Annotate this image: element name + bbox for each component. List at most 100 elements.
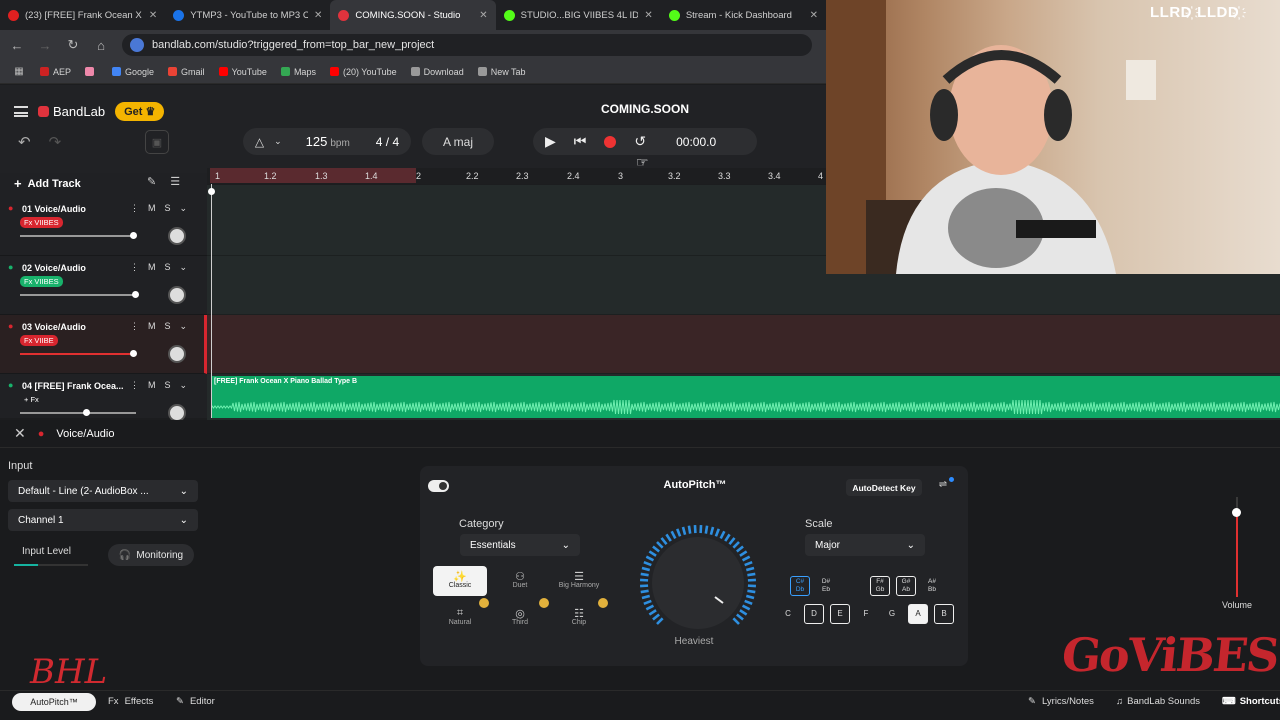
bookmark-item[interactable]: YouTube (218, 67, 267, 77)
close-tab-icon[interactable]: ✕ (479, 10, 487, 21)
preset-natural[interactable]: ⌗ Natural (433, 603, 487, 633)
track-name[interactable]: 02 Voice/Audio (22, 263, 126, 273)
autopitch-tab-button[interactable]: AutoPitch™ (12, 693, 96, 711)
tempo-value-group[interactable]: 125 bpm (306, 134, 350, 149)
undo-icon[interactable]: ↶ (18, 133, 31, 151)
apps-grid-icon[interactable]: ▦ (12, 66, 26, 77)
track-lane[interactable] (207, 315, 1280, 374)
natural-key-button[interactable]: B (934, 604, 954, 624)
forward-icon[interactable]: → (38, 38, 52, 53)
mute-button[interactable]: M (148, 262, 156, 273)
preset-third[interactable]: ◎ Third (493, 603, 547, 633)
chevron-down-icon[interactable]: ⌄ (180, 321, 188, 332)
snap-grid-button[interactable]: ▣ (145, 130, 169, 154)
track-volume-slider[interactable] (20, 232, 137, 239)
track-volume-handle[interactable] (83, 409, 91, 416)
home-icon[interactable]: ⌂ (94, 38, 108, 53)
channel-select[interactable]: Channel 1 ⌄ (8, 509, 198, 531)
get-membership-button[interactable]: Get ♛ (115, 102, 165, 121)
autodetect-key-button[interactable]: AutoDetect Key (846, 479, 922, 496)
lyrics-notes-button[interactable]: ✎ Lyrics/Notes (1028, 696, 1094, 707)
preset-classic[interactable]: ✨ Classic (433, 566, 487, 596)
bookmark-item[interactable]: Maps (280, 67, 316, 77)
bookmark-item[interactable]: Download (410, 67, 464, 77)
editor-button[interactable]: ✎ Editor (176, 696, 215, 707)
natural-key-button[interactable]: G (882, 604, 902, 624)
track-effects-badge[interactable]: Fx VIIBES (20, 217, 63, 228)
time-signature[interactable]: 4 / 4 (376, 135, 399, 149)
track-pan-knob[interactable] (168, 286, 186, 304)
close-tab-icon[interactable]: ✕ (149, 10, 157, 21)
sharp-key-button[interactable]: D# Eb (816, 576, 836, 596)
playhead-marker[interactable] (208, 188, 215, 195)
mute-button[interactable]: M (148, 321, 156, 332)
sharp-key-button[interactable]: G# Ab (896, 576, 916, 596)
track-effects-badge[interactable]: + Fx (20, 394, 43, 405)
site-info-icon[interactable] (130, 38, 144, 52)
url-field[interactable]: bandlab.com/studio?triggered_from=top_ba… (122, 34, 812, 56)
bandlab-sounds-button[interactable]: ♫ BandLab Sounds (1116, 696, 1200, 707)
sharp-key-button[interactable]: A# Bb (922, 576, 942, 596)
play-icon[interactable]: ▶ (545, 133, 556, 150)
sharp-key-button[interactable]: F# Gb (870, 576, 890, 596)
close-tab-icon[interactable]: ✕ (644, 10, 652, 21)
track-effects-badge[interactable]: Fx VIIBE (20, 335, 58, 346)
loop-region[interactable] (210, 168, 416, 183)
chevron-down-icon[interactable]: ⌄ (180, 262, 188, 273)
track-menu-icon[interactable]: ⋮ (130, 203, 139, 214)
track-effects-badge[interactable]: Fx VIIBES (20, 276, 63, 287)
browser-tab[interactable]: Stream - Kick Dashboard ✕ (661, 0, 826, 30)
project-title[interactable]: COMING.SOON (560, 102, 730, 116)
bookmark-item[interactable]: AEP (40, 67, 71, 77)
metronome-dropdown-icon[interactable]: ⌄ (274, 136, 282, 147)
back-icon[interactable]: ← (10, 38, 24, 53)
solo-button[interactable]: S (165, 321, 171, 332)
effects-button[interactable]: Fx Effects (108, 696, 153, 707)
key-signature-button[interactable]: A maj (422, 128, 494, 155)
bookmark-item[interactable]: (20) YouTube (329, 67, 397, 77)
browser-tab[interactable]: COMING.SOON - Studio ✕ (330, 0, 496, 30)
filter-icon[interactable]: ☰ (170, 175, 180, 188)
metronome-icon[interactable]: △ (255, 135, 264, 149)
track-volume-slider[interactable] (20, 291, 139, 298)
reload-icon[interactable]: ↻ (66, 37, 80, 53)
chevron-down-icon[interactable]: ⌄ (180, 203, 188, 214)
close-icon[interactable]: ✕ (14, 425, 26, 442)
track-volume-slider[interactable] (20, 350, 137, 357)
autopitch-toggle[interactable] (428, 480, 449, 492)
natural-key-button[interactable]: C (778, 604, 798, 624)
monitoring-button[interactable]: 🎧 Monitoring (108, 544, 194, 566)
track-volume-slider[interactable] (20, 409, 136, 416)
skip-to-start-icon[interactable]: ⏮ (574, 133, 587, 150)
preset-chip[interactable]: ☷ Chip (552, 603, 606, 633)
natural-key-button[interactable]: D (804, 604, 824, 624)
browser-tab[interactable]: STUDIO...BIG VIIBES 4L IDISCO ✕ (496, 0, 661, 30)
close-tab-icon[interactable]: ✕ (810, 10, 818, 21)
bookmark-item[interactable]: New Tab (477, 67, 526, 77)
category-select[interactable]: Essentials ⌄ (460, 534, 580, 556)
natural-key-button[interactable]: A (908, 604, 928, 624)
track-menu-icon[interactable]: ⋮ (130, 262, 139, 273)
track-volume-handle[interactable] (129, 232, 137, 239)
mute-button[interactable]: M (148, 203, 156, 214)
track-menu-icon[interactable]: ⋮ (130, 380, 139, 391)
mute-button[interactable]: M (148, 380, 156, 391)
preset-big-harmony[interactable]: ☰ Big Harmony (552, 566, 606, 596)
chevron-down-icon[interactable]: ⌄ (180, 380, 188, 391)
track-name[interactable]: 01 Voice/Audio (22, 204, 126, 214)
shortcuts-button[interactable]: ⌨ Shortcuts (1222, 696, 1280, 707)
track-menu-icon[interactable]: ⋮ (130, 321, 139, 332)
record-icon[interactable] (604, 135, 617, 148)
track-name[interactable]: 04 [FREE] Frank Ocea... (22, 381, 126, 391)
preset-duet[interactable]: ⚇ Duet (493, 566, 547, 596)
track-pan-knob[interactable] (168, 227, 186, 245)
bookmark-item[interactable]: Google (112, 67, 154, 77)
natural-key-button[interactable]: F (856, 604, 876, 624)
loop-icon[interactable]: ↺ (634, 133, 646, 150)
volume-slider-handle[interactable] (1232, 508, 1241, 517)
solo-button[interactable]: S (165, 262, 171, 273)
autopitch-knob[interactable] (637, 522, 759, 644)
track-pan-knob[interactable] (168, 345, 186, 363)
bandlab-logo[interactable]: BandLab (38, 104, 105, 119)
track-header[interactable]: ● 01 Voice/Audio ⋮ M S ⌄ Fx VIIBES (0, 197, 207, 256)
